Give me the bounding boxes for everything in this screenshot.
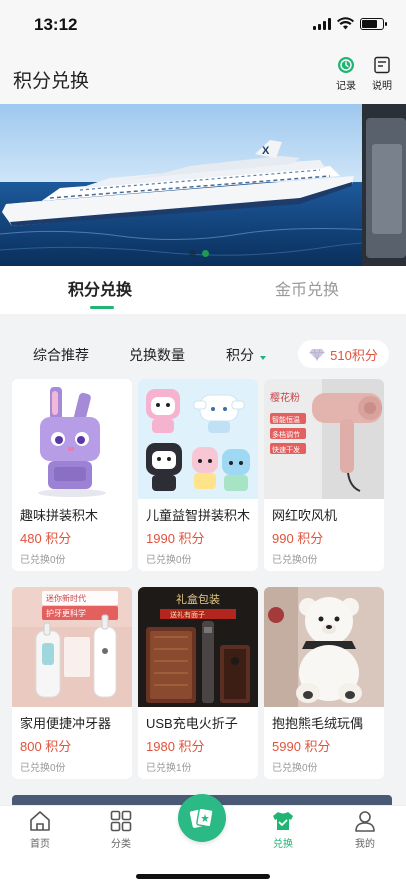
- product-price: 990 积分: [272, 531, 324, 546]
- banner-dot-2[interactable]: [202, 250, 209, 257]
- banner-pagination: [189, 250, 209, 257]
- badge-line-2: 护牙更科学: [46, 608, 86, 618]
- tab-home[interactable]: 首页: [15, 810, 65, 850]
- product-image: 迷你新时代 护牙更科学: [12, 587, 132, 707]
- sort-recommended[interactable]: 综合推荐: [33, 345, 89, 365]
- home-indicator: [136, 874, 270, 879]
- record-button[interactable]: 记录: [330, 56, 362, 92]
- explain-button[interactable]: 说明: [366, 56, 398, 92]
- product-card[interactable]: 儿童益智拼装积木 1990 积分 已兑换0份: [138, 379, 258, 571]
- badge-title: 樱花粉: [270, 391, 300, 404]
- sanrio-block-figures-image: [138, 379, 258, 499]
- center-action-button[interactable]: [178, 794, 226, 842]
- product-card[interactable]: 趣味拼装积木 480 积分 已兑换0份: [12, 379, 132, 571]
- status-bar: 13:12: [0, 0, 406, 52]
- product-name: 网红吹风机: [272, 508, 338, 523]
- exchange-tabs: 积分兑换 金币兑换: [0, 266, 406, 314]
- badge-line-1: 智能恒温: [272, 415, 300, 424]
- explain-label: 说明: [372, 81, 392, 92]
- product-card[interactable]: 樱花粉 智能恒温 多档调节 快速干发 网红吹风机 990 积分 已兑换0份: [264, 379, 384, 571]
- product-name: USB充电火折子: [146, 716, 238, 731]
- product-image: [264, 587, 384, 707]
- sort-points[interactable]: 积分: [226, 345, 254, 365]
- shirt-check-icon: [273, 812, 293, 830]
- product-name: 趣味拼装积木: [20, 508, 99, 523]
- document-icon: [374, 56, 390, 74]
- tab-home-label: 首页: [30, 839, 50, 850]
- product-image: [138, 379, 258, 499]
- status-icons: [313, 17, 387, 30]
- tab-points-exchange[interactable]: 积分兑换: [68, 276, 132, 300]
- battery-icon: [360, 17, 387, 30]
- banner-dot-1[interactable]: [189, 250, 196, 257]
- status-time: 13:12: [34, 15, 78, 34]
- tab-mine[interactable]: 我的: [340, 810, 390, 850]
- water-flosser-image: 迷你新时代 护牙更科学: [12, 587, 132, 707]
- product-image: 礼盒包装 送礼有面子: [138, 587, 258, 707]
- badge-title: 礼盒包装: [176, 592, 220, 606]
- signal-icon: [313, 17, 331, 30]
- home-icon: [30, 811, 50, 831]
- user-icon: [355, 811, 375, 832]
- product-image: 樱花粉 智能恒温 多档调节 快速干发: [264, 379, 384, 499]
- pink-hair-dryer-image: 樱花粉 智能恒温 多档调节 快速干发: [264, 379, 384, 499]
- tab-coins-exchange[interactable]: 金币兑换: [275, 276, 339, 300]
- cruise-ship-image: X: [0, 104, 406, 266]
- promo-banner[interactable]: X: [0, 104, 406, 266]
- product-exchanged-count: 已兑换0份: [146, 555, 192, 566]
- tab-exchange-label: 兑换: [273, 839, 293, 850]
- badge-line-1: 迷你新时代: [46, 593, 86, 603]
- points-balance[interactable]: 510积分: [298, 340, 389, 368]
- sort-quantity[interactable]: 兑换数量: [129, 345, 185, 365]
- tab-category[interactable]: 分类: [96, 810, 146, 850]
- product-name: 家用便捷冲牙器: [20, 716, 112, 731]
- product-price: 480 积分: [20, 531, 72, 546]
- product-card[interactable]: 礼盒包装 送礼有面子 USB充电火折子 1980 积分 已兑换1份: [138, 587, 258, 779]
- product-price: 1980 积分: [146, 739, 205, 754]
- svg-text:X: X: [262, 145, 270, 157]
- product-exchanged-count: 已兑换0份: [20, 763, 66, 774]
- active-tab-indicator: [90, 306, 114, 309]
- points-balance-value: 510积分: [330, 347, 378, 363]
- clock-icon: [338, 57, 354, 73]
- product-exchanged-count: 已兑换0份: [272, 555, 318, 566]
- product-name: 儿童益智拼装积木: [146, 508, 251, 523]
- product-price: 1990 积分: [146, 531, 205, 546]
- cards-icon: [189, 807, 214, 828]
- page-title: 积分兑换: [13, 71, 90, 92]
- grid-icon: [110, 810, 132, 832]
- tab-category-label: 分类: [111, 839, 131, 850]
- gift-box-fire-starter-image: 礼盒包装 送礼有面子: [138, 587, 258, 707]
- page-header: 积分兑换 记录 说明: [0, 52, 406, 104]
- product-price: 800 积分: [20, 739, 72, 754]
- wifi-icon: [337, 17, 354, 30]
- purple-bunny-block-figure-image: [12, 379, 132, 499]
- badge-line-3: 快速干发: [272, 445, 300, 454]
- diamond-icon: [309, 348, 325, 361]
- product-image: [12, 379, 132, 499]
- product-name: 抱抱熊毛绒玩偶: [272, 716, 364, 731]
- white-teddy-bear-image: [264, 587, 384, 707]
- product-exchanged-count: 已兑换0份: [272, 763, 318, 774]
- sort-filter-bar: 综合推荐 兑换数量 积分 510积分: [0, 336, 406, 374]
- product-price: 5990 积分: [272, 739, 331, 754]
- badge-line-2: 多档调节: [272, 430, 300, 439]
- badge-subtitle: 送礼有面子: [170, 610, 205, 619]
- product-exchanged-count: 已兑换1份: [146, 763, 192, 774]
- tab-exchange[interactable]: 兑换: [258, 810, 308, 850]
- record-label: 记录: [336, 81, 356, 92]
- product-card[interactable]: 抱抱熊毛绒玩偶 5990 积分 已兑换0份: [264, 587, 384, 779]
- product-card[interactable]: 迷你新时代 护牙更科学 家用便捷冲牙器 800 积分 已兑换0份: [12, 587, 132, 779]
- tab-mine-label: 我的: [355, 839, 375, 850]
- sort-caret-icon: [260, 356, 266, 360]
- product-exchanged-count: 已兑换0份: [20, 555, 66, 566]
